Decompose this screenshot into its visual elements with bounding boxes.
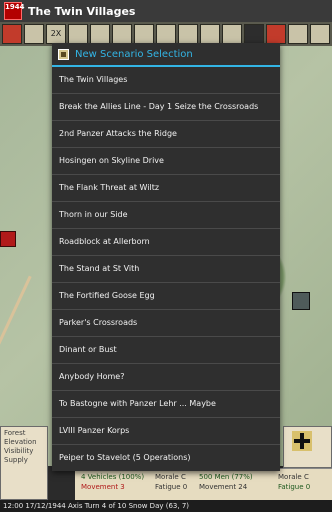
scenario-item[interactable]: 2nd Panzer Attacks the Ridge bbox=[52, 121, 280, 148]
dialog-title: New Scenario Selection bbox=[75, 48, 193, 60]
scenario-item[interactable]: The Stand at St Vith bbox=[52, 256, 280, 283]
toolbar-button-9[interactable] bbox=[200, 24, 220, 44]
app-icon: 1944 bbox=[4, 2, 24, 20]
scenario-item[interactable]: Parker's Crossroads bbox=[52, 310, 280, 337]
scenario-item[interactable]: The Flank Threat at Wiltz bbox=[52, 175, 280, 202]
unit-movement-2: Movement 24 bbox=[199, 483, 248, 491]
scenario-list: The Twin Villages Break the Allies Line … bbox=[52, 67, 280, 472]
scenario-item[interactable]: Thorn in our Side bbox=[52, 202, 280, 229]
scenario-item[interactable]: Dinant or Bust bbox=[52, 337, 280, 364]
scenario-item[interactable]: LVIII Panzer Korps bbox=[52, 418, 280, 445]
nation-flag-panel bbox=[283, 426, 332, 468]
toolbar-button-12[interactable] bbox=[266, 24, 286, 44]
unit-fatigue: Fatigue 0 bbox=[155, 483, 188, 491]
window-title: The Twin Villages bbox=[28, 4, 136, 18]
scenario-item[interactable]: The Twin Villages bbox=[52, 67, 280, 94]
map-unit-counter-2[interactable] bbox=[292, 292, 310, 310]
unit-info-panel: 4 Vehicles (100%) Movement 3 Morale C Fa… bbox=[75, 468, 332, 501]
terrain-supply: Supply bbox=[4, 456, 28, 464]
unit-vehicles: 4 Vehicles (100%) bbox=[81, 473, 145, 481]
toolbar-button-5[interactable] bbox=[112, 24, 132, 44]
unit-morale-2: Morale C bbox=[278, 473, 309, 481]
unit-fatigue-2: Fatigue 0 bbox=[278, 483, 311, 491]
terrain-info-panel: Forest Elevation Visibility Supply bbox=[0, 426, 48, 500]
terrain-visibility: Visibility bbox=[4, 447, 34, 455]
terrain-elevation: Elevation bbox=[4, 438, 37, 446]
toolbar-button-8[interactable] bbox=[178, 24, 198, 44]
toolbar-button-2[interactable] bbox=[24, 24, 44, 44]
title-bar: 1944 The Twin Villages bbox=[0, 0, 332, 22]
map-unit-counter[interactable] bbox=[0, 231, 16, 247]
zoom-2x-button[interactable]: 2X bbox=[46, 24, 66, 44]
scenario-icon bbox=[58, 48, 69, 60]
terrain-forest: Forest bbox=[4, 429, 26, 437]
toolbar-button-1[interactable] bbox=[2, 24, 22, 44]
toolbar-button-14[interactable] bbox=[310, 24, 330, 44]
toolbar-button-4[interactable] bbox=[90, 24, 110, 44]
new-scenario-dialog: New Scenario Selection The Twin Villages… bbox=[52, 43, 280, 471]
toolbar-button-13[interactable] bbox=[288, 24, 308, 44]
unit-morale: Morale C bbox=[155, 473, 186, 481]
toolbar-button-3[interactable] bbox=[68, 24, 88, 44]
scenario-item[interactable]: Anybody Home? bbox=[52, 364, 280, 391]
scenario-item[interactable]: The Fortified Goose Egg bbox=[52, 283, 280, 310]
unit-men: 500 Men (77%) bbox=[199, 473, 253, 481]
status-bar: 12:00 17/12/1944 Axis Turn 4 of 10 Snow … bbox=[0, 500, 332, 512]
scenario-item[interactable]: To Bastogne with Panzer Lehr ... Maybe bbox=[52, 391, 280, 418]
toolbar-button-7[interactable] bbox=[156, 24, 176, 44]
dialog-header: New Scenario Selection bbox=[52, 43, 280, 67]
scenario-item[interactable]: Peiper to Stavelot (5 Operations) bbox=[52, 445, 280, 472]
iron-cross-icon bbox=[292, 431, 312, 451]
scenario-item[interactable]: Hosingen on Skyline Drive bbox=[52, 148, 280, 175]
toolbar-button-6[interactable] bbox=[134, 24, 154, 44]
scenario-item[interactable]: Roadblock at Allerborn bbox=[52, 229, 280, 256]
toolbar-button-10[interactable] bbox=[222, 24, 242, 44]
toolbar-button-11[interactable] bbox=[244, 24, 264, 44]
unit-movement: Movement 3 bbox=[81, 483, 125, 491]
scenario-item[interactable]: Break the Allies Line - Day 1 Seize the … bbox=[52, 94, 280, 121]
